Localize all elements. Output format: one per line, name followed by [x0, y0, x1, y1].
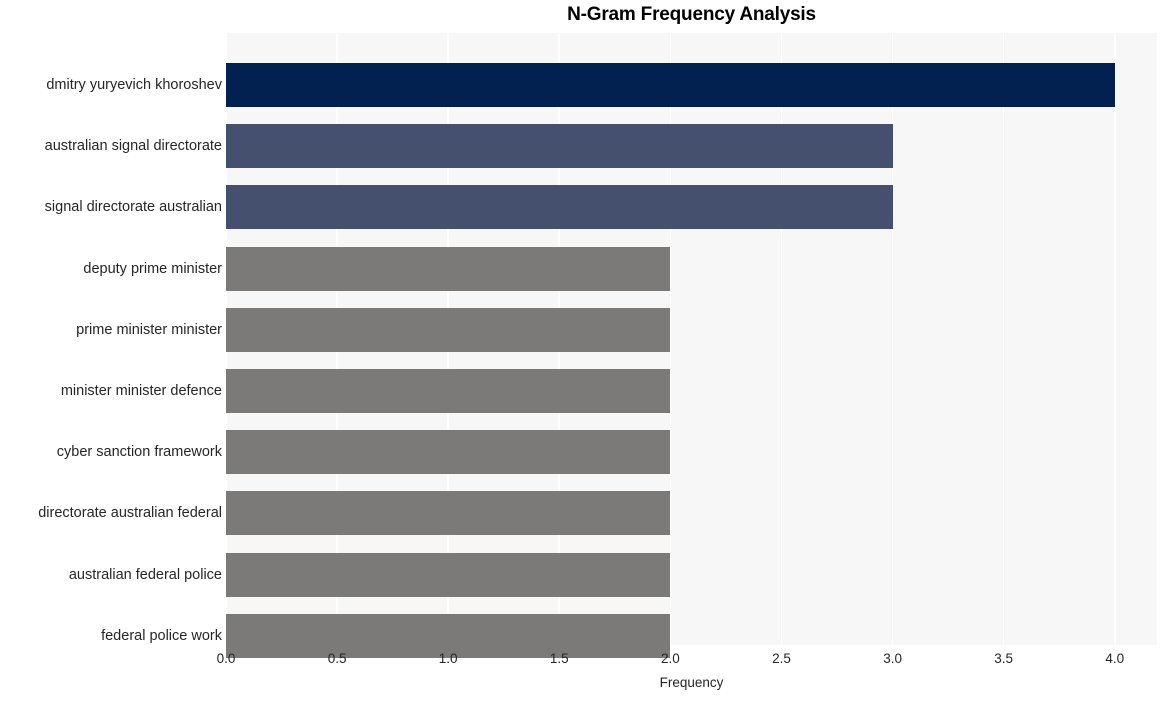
- x-tick-label: 2.0: [661, 651, 680, 666]
- y-tick-label: signal directorate australian: [44, 199, 222, 215]
- x-tick-label: 0.0: [216, 651, 236, 666]
- x-tick-label: 1.5: [549, 651, 569, 666]
- bar: [226, 491, 671, 535]
- bar: [226, 369, 671, 413]
- bar: [226, 247, 671, 291]
- x-tick-label: 3.5: [994, 651, 1014, 666]
- bar: [226, 308, 671, 352]
- y-tick-label: prime minister minister: [76, 322, 222, 338]
- x-tick-label: 2.5: [772, 651, 791, 666]
- bar: [226, 430, 671, 474]
- y-tick-label: deputy prime minister: [83, 261, 222, 277]
- x-tick-label: 0.5: [327, 651, 347, 666]
- y-tick-label: dmitry yuryevich khoroshev: [46, 77, 222, 93]
- bar: [226, 63, 1115, 107]
- x-tick-label: 1.0: [438, 651, 458, 666]
- y-tick-label: minister minister defence: [60, 383, 222, 399]
- gridline-x-4.0: [1113, 33, 1116, 645]
- x-axis-label: Frequency: [659, 675, 724, 690]
- y-tick-label: australian federal police: [68, 567, 222, 583]
- x-tick-label: 4.0: [1105, 651, 1125, 666]
- bar: [226, 553, 671, 597]
- bar: [226, 124, 893, 168]
- y-tick-label: directorate australian federal: [38, 505, 222, 521]
- chart-title: N-Gram Frequency Analysis: [567, 4, 816, 25]
- y-tick-label: cyber sanction framework: [56, 444, 222, 460]
- chart-figure: N-Gram Frequency Analysis dmitry yuryevi…: [0, 0, 1166, 701]
- x-tick-label: 3.0: [883, 651, 902, 666]
- plot-area: [225, 33, 1157, 658]
- y-tick-label: australian signal directorate: [44, 138, 222, 154]
- y-tick-label: federal police work: [101, 628, 222, 644]
- bar: [226, 185, 893, 229]
- gridline-x-3.5: [1002, 33, 1005, 645]
